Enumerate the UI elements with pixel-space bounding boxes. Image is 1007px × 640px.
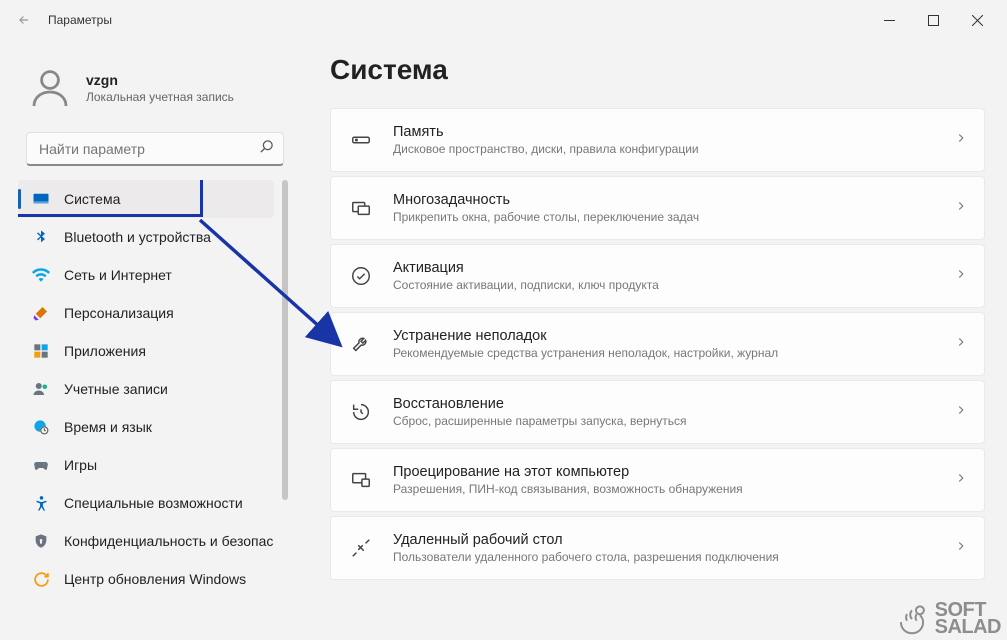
search-box[interactable] bbox=[26, 132, 284, 166]
nav-item-accessibility[interactable]: Специальные возможности bbox=[18, 484, 274, 522]
nav-item-system[interactable]: Система bbox=[18, 180, 274, 218]
update-icon bbox=[32, 570, 50, 588]
chevron-right-icon bbox=[954, 267, 968, 286]
search-icon bbox=[259, 139, 274, 159]
projecting-icon bbox=[349, 468, 373, 492]
nav-label: Сеть и Интернет bbox=[64, 267, 172, 283]
minimize-button[interactable] bbox=[867, 4, 911, 36]
paintbrush-icon bbox=[32, 304, 50, 322]
globe-clock-icon bbox=[32, 418, 50, 436]
setting-subtitle: Пользователи удаленного рабочего стола, … bbox=[393, 550, 954, 564]
nav-label: Приложения bbox=[64, 343, 146, 359]
recovery-icon bbox=[349, 400, 373, 424]
close-button[interactable] bbox=[955, 4, 999, 36]
bluetooth-icon bbox=[32, 228, 50, 246]
nav-item-gaming[interactable]: Игры bbox=[18, 446, 274, 484]
setting-title: Многозадачность bbox=[393, 192, 954, 208]
wrench-icon bbox=[349, 332, 373, 356]
apps-icon bbox=[32, 342, 50, 360]
wifi-icon bbox=[32, 266, 50, 284]
setting-subtitle: Прикрепить окна, рабочие столы, переключ… bbox=[393, 210, 954, 224]
page-heading: Система bbox=[330, 54, 985, 86]
avatar-icon bbox=[26, 64, 74, 112]
setting-title: Удаленный рабочий стол bbox=[393, 532, 954, 548]
setting-title: Восстановление bbox=[393, 396, 954, 412]
nav-item-privacy[interactable]: Конфиденциальность и безопасность bbox=[18, 522, 274, 560]
setting-title: Устранение неполадок bbox=[393, 328, 954, 344]
chevron-right-icon bbox=[954, 539, 968, 558]
storage-icon bbox=[349, 128, 373, 152]
setting-activation[interactable]: Активация Состояние активации, подписки,… bbox=[330, 244, 985, 308]
setting-recovery[interactable]: Восстановление Сброс, расширенные параме… bbox=[330, 380, 985, 444]
nav-label: Специальные возможности bbox=[64, 495, 243, 511]
chevron-right-icon bbox=[954, 131, 968, 150]
setting-troubleshoot[interactable]: Устранение неполадок Рекомендуемые средс… bbox=[330, 312, 985, 376]
setting-title: Память bbox=[393, 124, 954, 140]
titlebar: Параметры bbox=[0, 0, 1007, 40]
setting-multitasking[interactable]: Многозадачность Прикрепить окна, рабочие… bbox=[330, 176, 985, 240]
nav-list: Система Bluetooth и устройства Сеть и Ин… bbox=[18, 180, 292, 598]
nav-label: Игры bbox=[64, 457, 97, 473]
gamepad-icon bbox=[32, 456, 50, 474]
setting-title: Активация bbox=[393, 260, 954, 276]
chevron-right-icon bbox=[954, 335, 968, 354]
watermark: SOFT SALAD bbox=[893, 600, 1001, 638]
setting-subtitle: Состояние активации, подписки, ключ прод… bbox=[393, 278, 954, 292]
display-icon bbox=[32, 190, 50, 208]
setting-title: Проецирование на этот компьютер bbox=[393, 464, 954, 480]
multitasking-icon bbox=[349, 196, 373, 220]
search-input[interactable] bbox=[26, 132, 284, 166]
nav-item-update[interactable]: Центр обновления Windows bbox=[18, 560, 274, 598]
maximize-button[interactable] bbox=[911, 4, 955, 36]
nav-item-network[interactable]: Сеть и Интернет bbox=[18, 256, 274, 294]
profile-name: vzgn bbox=[86, 72, 234, 88]
setting-projecting[interactable]: Проецирование на этот компьютер Разрешен… bbox=[330, 448, 985, 512]
setting-subtitle: Рекомендуемые средства устранения непола… bbox=[393, 346, 954, 360]
chevron-right-icon bbox=[954, 471, 968, 490]
setting-subtitle: Разрешения, ПИН-код связывания, возможно… bbox=[393, 482, 954, 496]
nav-item-time[interactable]: Время и язык bbox=[18, 408, 274, 446]
setting-subtitle: Дисковое пространство, диски, правила ко… bbox=[393, 142, 954, 156]
nav-scrollbar[interactable] bbox=[282, 180, 288, 632]
chevron-right-icon bbox=[954, 403, 968, 422]
shield-icon bbox=[32, 532, 50, 550]
nav-label: Центр обновления Windows bbox=[64, 571, 246, 587]
sidebar: vzgn Локальная учетная запись Система bbox=[0, 40, 300, 640]
watermark-line2: SALAD bbox=[935, 619, 1001, 636]
nav-label: Bluetooth и устройства bbox=[64, 229, 211, 245]
nav-label: Время и язык bbox=[64, 419, 152, 435]
nav-label: Персонализация bbox=[64, 305, 174, 321]
setting-remote-desktop[interactable]: Удаленный рабочий стол Пользователи удал… bbox=[330, 516, 985, 580]
remote-desktop-icon bbox=[349, 536, 373, 560]
nav-item-personalization[interactable]: Персонализация bbox=[18, 294, 274, 332]
back-button[interactable] bbox=[8, 4, 40, 36]
check-circle-icon bbox=[349, 264, 373, 288]
chevron-right-icon bbox=[954, 199, 968, 218]
nav-label: Учетные записи bbox=[64, 381, 168, 397]
setting-storage[interactable]: Память Дисковое пространство, диски, пра… bbox=[330, 108, 985, 172]
window-title: Параметры bbox=[48, 13, 112, 27]
nav-label: Конфиденциальность и безопасность bbox=[64, 533, 274, 549]
nav-label: Система bbox=[64, 191, 120, 207]
profile[interactable]: vzgn Локальная учетная запись bbox=[18, 60, 292, 128]
accessibility-icon bbox=[32, 494, 50, 512]
nav-item-accounts[interactable]: Учетные записи bbox=[18, 370, 274, 408]
people-icon bbox=[32, 380, 50, 398]
profile-subtitle: Локальная учетная запись bbox=[86, 90, 234, 104]
nav-item-bluetooth[interactable]: Bluetooth и устройства bbox=[18, 218, 274, 256]
main-content: Система Память Дисковое пространство, ди… bbox=[300, 40, 1007, 640]
nav-item-apps[interactable]: Приложения bbox=[18, 332, 274, 370]
setting-subtitle: Сброс, расширенные параметры запуска, ве… bbox=[393, 414, 954, 428]
